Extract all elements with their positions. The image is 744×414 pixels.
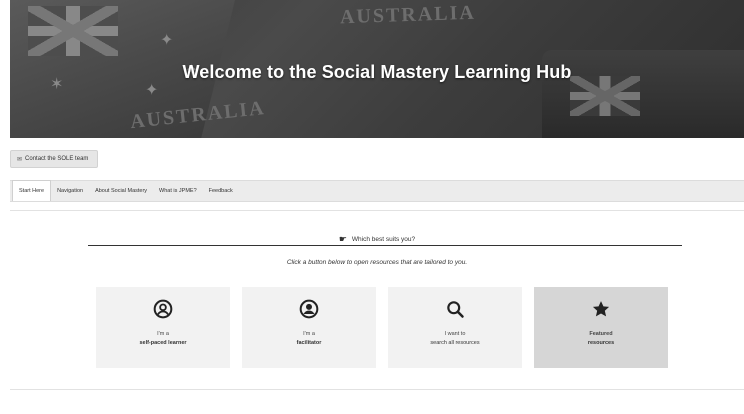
- contact-team-button[interactable]: ✉ Contact the SOLE team: [10, 150, 98, 168]
- card-line1: Featured: [589, 331, 613, 337]
- featured-resources-card[interactable]: Featured resources: [534, 287, 668, 368]
- tab-what-is-jpme[interactable]: What is JPME?: [153, 181, 203, 201]
- card-line1: I'm a: [157, 331, 169, 337]
- user-badge-icon: [299, 299, 319, 319]
- card-line2: resources: [587, 340, 615, 346]
- patch-text: AUSTRALIA: [339, 1, 477, 29]
- search-icon: [447, 301, 464, 318]
- tab-feedback[interactable]: Feedback: [203, 181, 239, 201]
- star-icon: [592, 301, 610, 317]
- tab-start-here[interactable]: Start Here: [12, 180, 52, 201]
- instruction-text: Click a button below to open resources t…: [286, 259, 468, 266]
- union-jack-graphic: [28, 6, 118, 56]
- user-circle-icon: [153, 299, 173, 319]
- tab-about-social-mastery[interactable]: About Social Mastery: [89, 181, 153, 201]
- mail-icon: ✉: [17, 156, 23, 163]
- page-title: Welcome to the Social Mastery Learning H…: [182, 62, 572, 82]
- card-line2: self-paced learner: [139, 340, 187, 346]
- resource-cards: I'm a self-paced learner I'm a facilitat…: [96, 287, 668, 368]
- card-line1: I want to: [444, 331, 466, 337]
- self-paced-learner-card[interactable]: I'm a self-paced learner: [96, 287, 230, 368]
- facilitator-card[interactable]: I'm a facilitator: [242, 287, 376, 368]
- search-resources-card[interactable]: I want to search all resources: [388, 287, 522, 368]
- card-line2: search all resources: [430, 340, 480, 346]
- divider: [88, 245, 682, 246]
- hero-banner: ✶ ✦ ✦ ✦ AUSTRALIA AUSTRALIA Welcome to t…: [10, 0, 744, 138]
- card-line2: facilitator: [296, 340, 322, 346]
- tab-navigation[interactable]: Navigation: [51, 181, 89, 201]
- prompt-text: Which best suits you?: [351, 236, 416, 243]
- star-graphic: ✦: [145, 82, 159, 99]
- content-panel: ☛ Which best suits you? Click a button b…: [10, 210, 744, 390]
- tab-bar: Start Here Navigation About Social Maste…: [10, 180, 744, 202]
- star-graphic: ✦: [160, 32, 174, 49]
- prompt-heading: ☛ Which best suits you?: [10, 234, 744, 245]
- card-line1: I'm a: [303, 331, 315, 337]
- pointer-cursor-icon: ☛: [338, 234, 347, 244]
- contact-button-label: Contact the SOLE team: [25, 156, 89, 162]
